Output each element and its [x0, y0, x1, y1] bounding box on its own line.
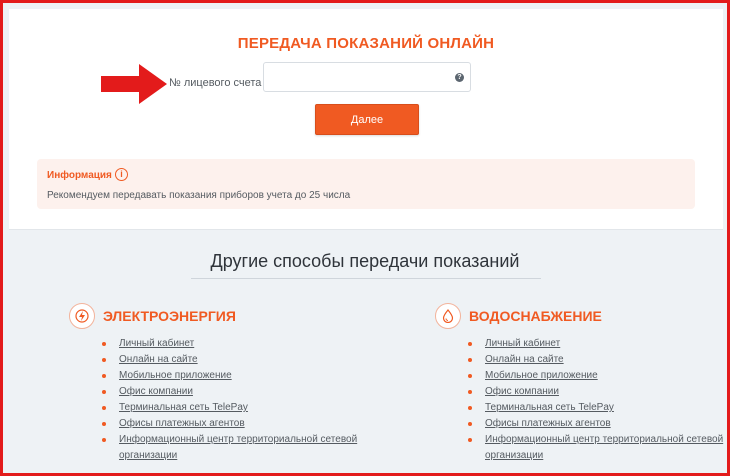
help-icon[interactable]: ?	[455, 73, 464, 82]
list-item: Офисы платежных агентов	[99, 416, 359, 432]
other-methods-title: Другие способы передачи показаний	[210, 251, 520, 271]
annotation-arrow-icon	[101, 64, 167, 104]
lightning-icon	[69, 303, 95, 329]
electricity-link-agents[interactable]: Офисы платежных агентов	[119, 418, 245, 429]
list-item: Офис компании	[465, 384, 725, 400]
water-column: ВОДОСНАБЖЕНИЕ Личный кабинет Онлайн на с…	[435, 301, 725, 464]
next-button[interactable]: Далее	[315, 104, 419, 135]
list-item: Мобильное приложение	[465, 368, 725, 384]
electricity-link-mobile-app[interactable]: Мобильное приложение	[119, 370, 232, 381]
account-number-input[interactable]	[263, 62, 471, 92]
water-link-cabinet[interactable]: Личный кабинет	[485, 338, 560, 349]
water-link-mobile-app[interactable]: Мобильное приложение	[485, 370, 598, 381]
water-links: Личный кабинет Онлайн на сайте Мобильное…	[465, 336, 725, 464]
electricity-link-office[interactable]: Офис компании	[119, 386, 193, 397]
account-number-label: № лицевого счета	[169, 77, 262, 89]
electricity-header: ЭЛЕКТРОЭНЕРГИЯ	[69, 301, 359, 331]
meter-reading-form: ПЕРЕДАЧА ПОКАЗАНИЙ ОНЛАЙН № лицевого сче…	[9, 9, 723, 230]
electricity-column: ЭЛЕКТРОЭНЕРГИЯ Личный кабинет Онлайн на …	[69, 301, 359, 464]
water-title: ВОДОСНАБЖЕНИЕ	[469, 308, 602, 324]
water-link-info-center[interactable]: Информационный центр территориальной сет…	[485, 434, 723, 461]
electricity-title: ЭЛЕКТРОЭНЕРГИЯ	[103, 308, 236, 324]
info-text: Рекомендуем передавать показания приборо…	[47, 190, 351, 201]
page-frame: ПЕРЕДАЧА ПОКАЗАНИЙ ОНЛАЙН № лицевого сче…	[0, 0, 730, 476]
electricity-link-telepay[interactable]: Терминальная сеть TelePay	[119, 402, 248, 413]
water-link-online[interactable]: Онлайн на сайте	[485, 354, 564, 365]
electricity-link-cabinet[interactable]: Личный кабинет	[119, 338, 194, 349]
list-item: Терминальная сеть TelePay	[465, 400, 725, 416]
list-item: Личный кабинет	[99, 336, 359, 352]
list-item: Мобильное приложение	[99, 368, 359, 384]
info-icon: i	[115, 168, 128, 181]
info-title: Информация	[47, 170, 112, 181]
electricity-link-info-center[interactable]: Информационный центр территориальной сет…	[119, 434, 357, 461]
list-item: Офисы платежных агентов	[465, 416, 725, 432]
list-item: Информационный центр территориальной сет…	[465, 432, 725, 464]
form-title: ПЕРЕДАЧА ПОКАЗАНИЙ ОНЛАЙН	[237, 35, 495, 52]
electricity-links: Личный кабинет Онлайн на сайте Мобильное…	[99, 336, 359, 464]
water-header: ВОДОСНАБЖЕНИЕ	[435, 301, 725, 331]
list-item: Личный кабинет	[465, 336, 725, 352]
electricity-link-online[interactable]: Онлайн на сайте	[119, 354, 198, 365]
list-item: Онлайн на сайте	[99, 352, 359, 368]
water-link-office[interactable]: Офис компании	[485, 386, 559, 397]
info-box: Информация i Рекомендуем передавать пока…	[37, 159, 695, 209]
title-underline	[191, 278, 541, 279]
list-item: Информационный центр территориальной сет…	[99, 432, 359, 464]
list-item: Офис компании	[99, 384, 359, 400]
water-link-telepay[interactable]: Терминальная сеть TelePay	[485, 402, 614, 413]
list-item: Онлайн на сайте	[465, 352, 725, 368]
water-link-agents[interactable]: Офисы платежных агентов	[485, 418, 611, 429]
water-drop-icon	[435, 303, 461, 329]
list-item: Терминальная сеть TelePay	[99, 400, 359, 416]
